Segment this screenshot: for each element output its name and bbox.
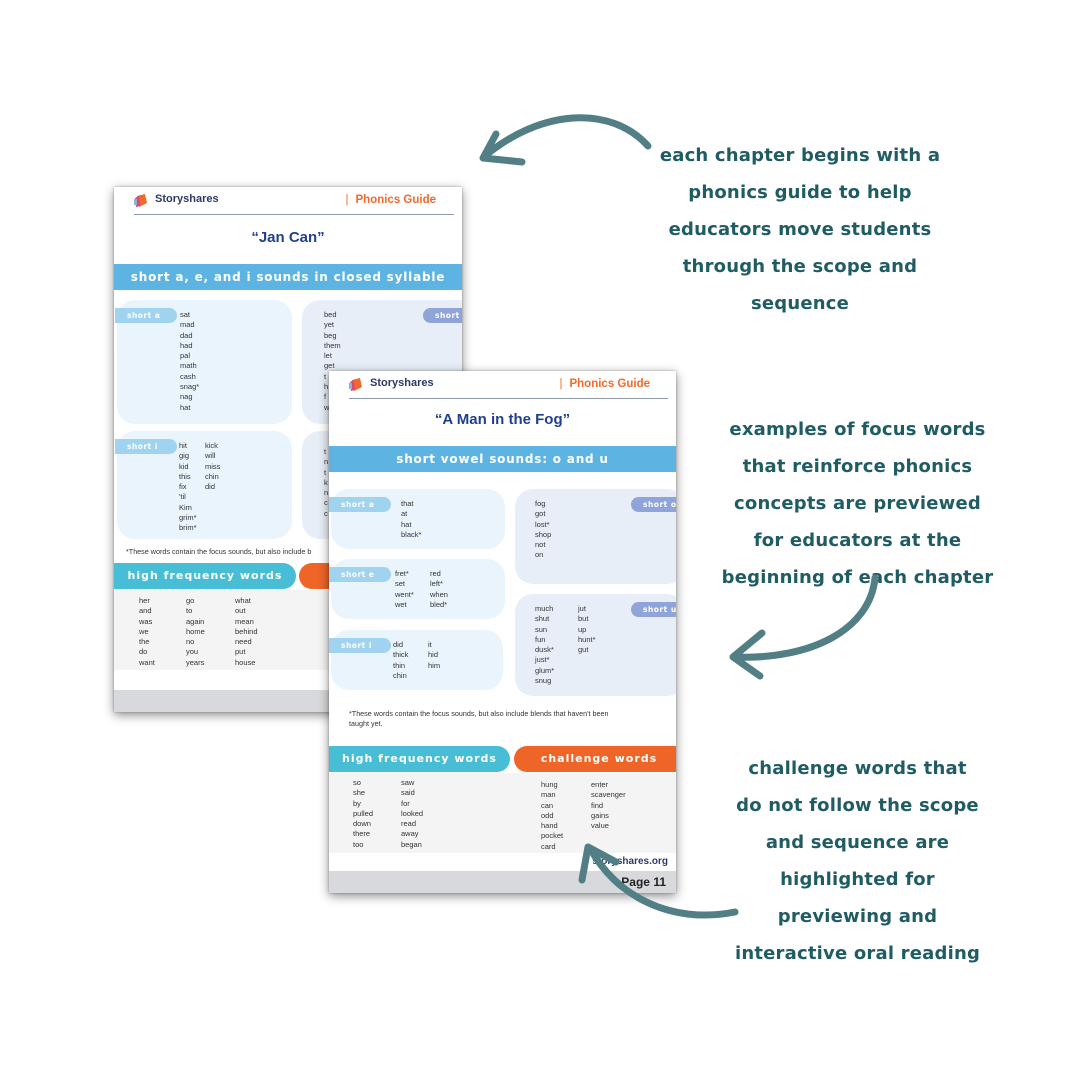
arrow-to-challenge-words-icon [578, 843, 739, 919]
arrow-to-back-page-icon [479, 114, 652, 166]
arrow-to-focus-words-icon [729, 574, 879, 680]
arrows-layer [479, 114, 879, 919]
